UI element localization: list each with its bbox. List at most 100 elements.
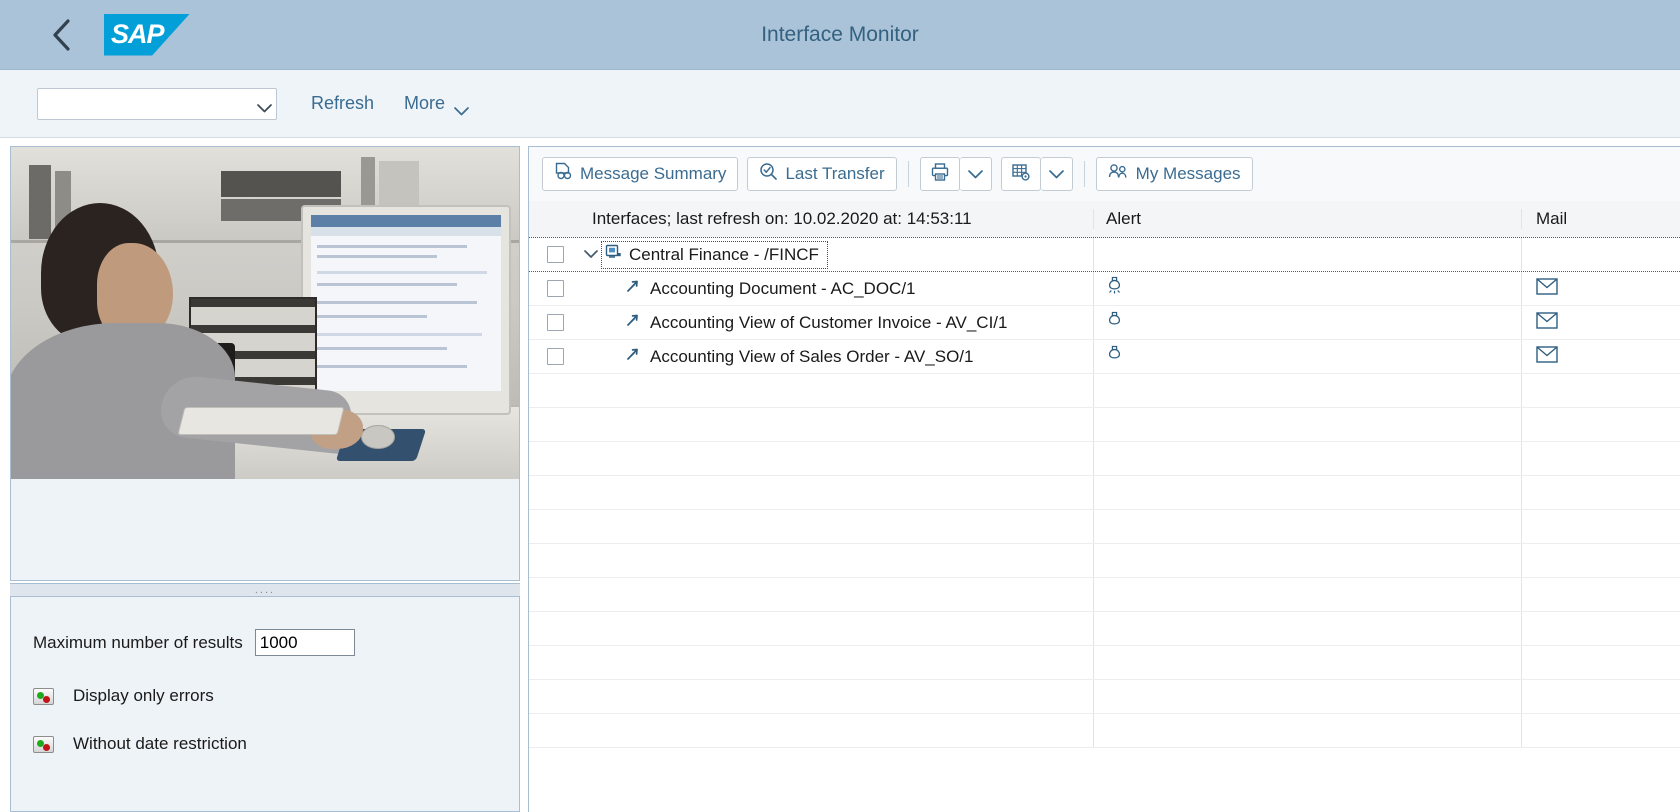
table-row[interactable]: Accounting View of Sales Order - AV_SO/1	[529, 340, 1680, 374]
table-header-row: Interfaces; last refresh on: 10.02.2020 …	[529, 201, 1680, 238]
left-panel: .... Maximum number of results Display o…	[10, 146, 520, 812]
last-transfer-label: Last Transfer	[785, 164, 885, 183]
row-alert-cell[interactable]	[1093, 306, 1521, 339]
row-alert-cell	[1093, 408, 1521, 441]
table-row[interactable]: Accounting Document - AC_DOC/1	[529, 272, 1680, 306]
sap-logo: SAP	[104, 13, 190, 56]
node-label: Central Finance - /FINCF	[629, 244, 819, 264]
interface-label: Accounting View of Sales Order - AV_SO/1	[650, 346, 974, 366]
last-transfer-button[interactable]: Last Transfer	[747, 157, 897, 191]
print-button[interactable]	[919, 157, 960, 191]
back-chevron-icon[interactable]	[42, 15, 82, 55]
table-empty-row	[529, 476, 1680, 510]
message-summary-button[interactable]: Message Summary	[542, 157, 739, 191]
row-mail-cell[interactable]	[1521, 306, 1680, 339]
more-button[interactable]: More	[404, 93, 469, 115]
row-alert-cell	[1093, 442, 1521, 475]
people-icon	[1108, 162, 1129, 186]
row-mail-cell	[1521, 238, 1680, 271]
system-node-icon	[605, 244, 622, 266]
row-name-cell: Accounting Document - AC_DOC/1	[581, 278, 1093, 299]
variant-select[interactable]	[37, 87, 277, 120]
more-button-label: More	[404, 93, 446, 113]
envelope-icon[interactable]	[1536, 277, 1558, 300]
table-empty-row	[529, 612, 1680, 646]
envelope-icon[interactable]	[1536, 311, 1558, 334]
row-alert-cell	[1093, 510, 1521, 543]
row-name-cell: Accounting View of Sales Order - AV_SO/1	[581, 346, 1093, 367]
row-checkbox[interactable]	[546, 246, 564, 263]
row-mail-cell	[1521, 442, 1680, 475]
toolbar-separator	[1083, 161, 1085, 187]
sap-logo-text: SAP	[111, 19, 165, 49]
row-alert-cell	[1093, 714, 1521, 747]
row-alert-cell	[1093, 612, 1521, 645]
lightbulb-alert-icon[interactable]	[1106, 310, 1123, 336]
table-row[interactable]: Central Finance - /FINCF	[529, 238, 1680, 272]
envelope-icon[interactable]	[1536, 345, 1558, 368]
printer-icon	[930, 162, 950, 187]
row-alert-cell	[1093, 680, 1521, 713]
max-results-input[interactable]	[254, 629, 355, 656]
table-empty-row	[529, 408, 1680, 442]
table-toolbar: Message Summary Last Transfer My Message…	[529, 147, 1680, 201]
row-select-cell[interactable]	[529, 246, 581, 263]
table-settings-button[interactable]	[1000, 157, 1041, 191]
row-select-cell[interactable]	[529, 314, 581, 331]
interface-arrow-icon	[625, 346, 641, 367]
shell-header: SAP Interface Monitor	[0, 0, 1680, 70]
row-mail-cell[interactable]	[1521, 340, 1680, 373]
table-empty-row	[529, 544, 1680, 578]
row-alert-cell	[1093, 238, 1521, 271]
table-settings-menu-button[interactable]	[1040, 157, 1073, 191]
chevron-down-icon	[454, 100, 469, 115]
image-card	[10, 146, 520, 581]
page-title: Interface Monitor	[761, 22, 919, 46]
toolbar-separator	[907, 161, 909, 187]
row-mail-cell	[1521, 680, 1680, 713]
panel-splitter[interactable]: ....	[10, 583, 520, 597]
app-toolbar: Refresh More	[0, 70, 1680, 138]
interface-arrow-icon	[625, 312, 641, 333]
row-alert-cell	[1093, 374, 1521, 407]
row-mail-cell	[1521, 714, 1680, 747]
empty-rows-area	[529, 374, 1680, 748]
row-checkbox[interactable]	[546, 314, 564, 331]
row-checkbox[interactable]	[546, 280, 564, 297]
filter-panel: Maximum number of results Display only e…	[10, 597, 520, 812]
lightbulb-alert-icon[interactable]	[1106, 276, 1123, 302]
table-row[interactable]: Accounting View of Customer Invoice - AV…	[529, 306, 1680, 340]
row-alert-cell	[1093, 578, 1521, 611]
status-toggle-icon	[33, 687, 54, 705]
without-date-restriction-action[interactable]: Without date restriction	[33, 734, 519, 754]
splitter-grip: ....	[254, 584, 276, 596]
row-select-cell[interactable]	[529, 348, 581, 365]
my-messages-label: My Messages	[1135, 164, 1241, 183]
chevron-down-icon	[257, 100, 272, 112]
column-header-alert: Alert	[1093, 209, 1521, 229]
row-alert-cell[interactable]	[1093, 272, 1521, 305]
office-worker-photo	[11, 147, 519, 479]
lightbulb-alert-icon[interactable]	[1106, 344, 1123, 370]
message-summary-label: Message Summary	[580, 164, 727, 183]
row-alert-cell[interactable]	[1093, 340, 1521, 373]
tree-expand-toggle[interactable]	[581, 250, 601, 259]
chevron-down-icon	[1048, 164, 1064, 184]
row-mail-cell	[1521, 476, 1680, 509]
row-select-cell[interactable]	[529, 280, 581, 297]
row-mail-cell	[1521, 510, 1680, 543]
max-results-row: Maximum number of results	[33, 629, 519, 656]
print-menu-button[interactable]	[959, 157, 992, 191]
row-name-cell: Accounting View of Customer Invoice - AV…	[581, 312, 1093, 333]
row-checkbox[interactable]	[546, 348, 564, 365]
row-mail-cell[interactable]	[1521, 272, 1680, 305]
max-results-label: Maximum number of results	[33, 632, 243, 652]
row-mail-cell	[1521, 408, 1680, 441]
my-messages-button[interactable]: My Messages	[1095, 157, 1253, 191]
table-empty-row	[529, 510, 1680, 544]
row-mail-cell	[1521, 578, 1680, 611]
display-only-errors-action[interactable]: Display only errors	[33, 686, 519, 706]
table-empty-row	[529, 374, 1680, 408]
row-alert-cell	[1093, 544, 1521, 577]
refresh-button[interactable]: Refresh	[311, 93, 374, 114]
